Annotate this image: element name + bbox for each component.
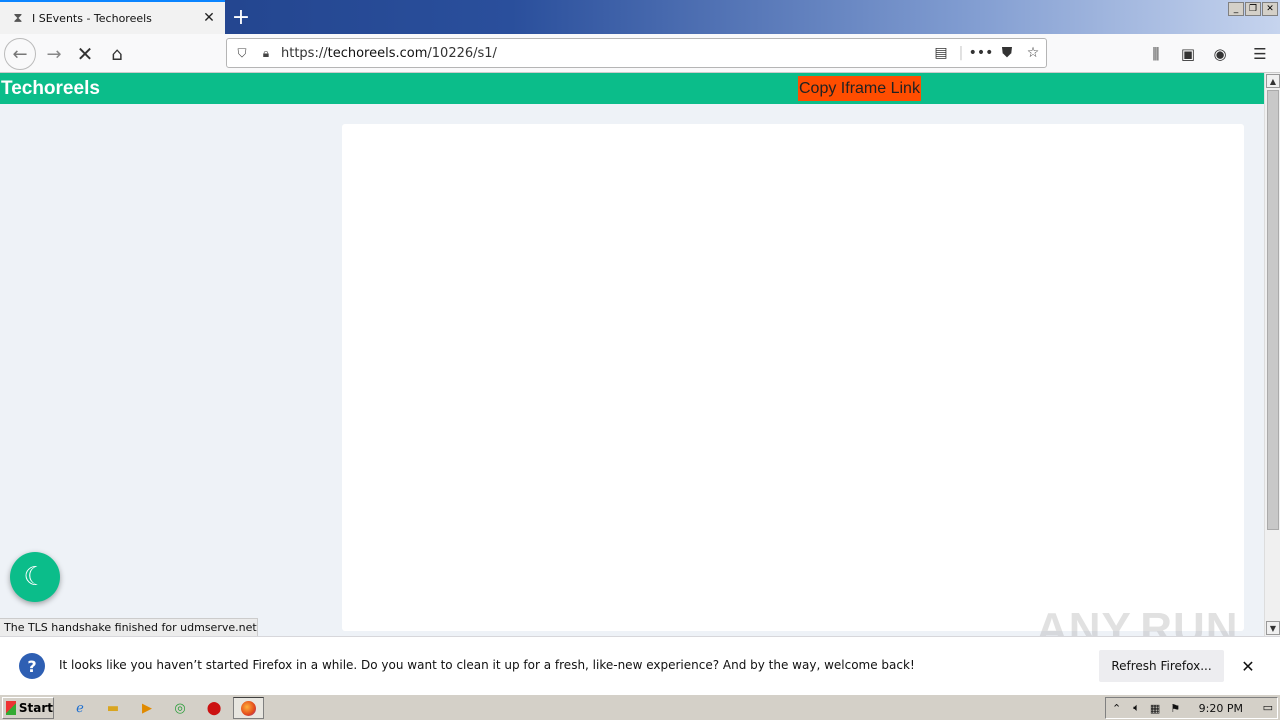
tab-title: I SEvents - Techoreels bbox=[32, 11, 152, 25]
start-label: Start bbox=[18, 701, 53, 715]
chrome-icon[interactable]: ◎ bbox=[170, 699, 190, 717]
firefox-icon bbox=[241, 700, 256, 716]
opera-icon[interactable]: ⬤ bbox=[204, 699, 224, 717]
moon-icon: ☾ bbox=[23, 562, 47, 592]
menu-hamburger-icon[interactable]: ☰ bbox=[1246, 40, 1274, 68]
nav-toolbar: ← → ✕ ⌂ ⛉ 🔒︎ https://techoreels.com/1022… bbox=[0, 34, 1280, 73]
forward-button[interactable]: → bbox=[38, 38, 70, 70]
sidebar-icon[interactable]: ▣ bbox=[1174, 40, 1202, 68]
status-bar-text: The TLS handshake finished for udmserve.… bbox=[0, 618, 258, 636]
video-iframe-panel[interactable] bbox=[342, 124, 1244, 631]
account-icon[interactable]: ◉ bbox=[1206, 40, 1234, 68]
loading-hourglass-icon: ⧗ bbox=[13, 10, 23, 26]
network-icon[interactable]: ▦ bbox=[1150, 702, 1160, 715]
url-separator: | bbox=[958, 45, 964, 61]
refresh-firefox-button[interactable]: Refresh Firefox... bbox=[1099, 650, 1224, 682]
action-center-flag-icon[interactable]: ⚑ bbox=[1170, 702, 1180, 715]
tray-expand-icon[interactable]: ⌃ bbox=[1112, 702, 1121, 715]
volume-icon[interactable]: 🔈︎ bbox=[1133, 701, 1140, 715]
question-icon: ? bbox=[19, 653, 45, 679]
copy-iframe-link-button[interactable]: Copy Iframe Link bbox=[798, 76, 921, 101]
close-window-button[interactable]: ✕ bbox=[1262, 2, 1278, 16]
url-scheme: https:// bbox=[281, 45, 328, 61]
library-icon[interactable]: ⫼ bbox=[1142, 40, 1170, 68]
page-viewport: Techoreels Copy Iframe Link ☾ The TLS ha… bbox=[0, 73, 1264, 636]
home-button[interactable]: ⌂ bbox=[101, 38, 133, 70]
tab-strip: ⧗ I SEvents - Techoreels ✕ + _ ❐ ✕ bbox=[0, 0, 1280, 34]
scroll-up-arrow-icon[interactable]: ▲ bbox=[1266, 74, 1280, 88]
media-player-icon[interactable]: ▶ bbox=[137, 699, 157, 717]
file-explorer-icon[interactable]: ▬ bbox=[103, 699, 123, 717]
window-controls: _ ❐ ✕ bbox=[1228, 2, 1278, 16]
shield-icon[interactable]: ⛉ bbox=[233, 44, 251, 62]
minimize-button[interactable]: _ bbox=[1228, 2, 1244, 16]
start-button[interactable]: Start bbox=[2, 697, 54, 719]
show-desktop-icon[interactable]: ▭ bbox=[1263, 701, 1273, 714]
clock[interactable]: 9:20 PM bbox=[1199, 702, 1243, 715]
pocket-icon[interactable]: ⛊ bbox=[994, 40, 1020, 66]
new-tab-button[interactable]: + bbox=[228, 4, 254, 30]
system-tray: ⌃ 🔈︎ ▦ ⚑ 9:20 PM ▭ bbox=[1105, 697, 1278, 719]
notification-message: It looks like you haven’t started Firefo… bbox=[59, 658, 915, 672]
refresh-firefox-notification: ? It looks like you haven’t started Fire… bbox=[0, 636, 1280, 694]
bookmark-star-icon[interactable]: ☆ bbox=[1020, 40, 1046, 66]
firefox-taskbar-button[interactable] bbox=[233, 697, 264, 719]
url-bar[interactable]: ⛉ 🔒︎ https://techoreels.com/10226/s1/ ▤ … bbox=[226, 38, 1047, 68]
url-host: techoreels.com bbox=[327, 45, 428, 61]
restore-button[interactable]: ❐ bbox=[1245, 2, 1261, 16]
windows-taskbar: Start ℯ ▬ ▶ ◎ ⬤ ⌃ 🔈︎ ▦ ⚑ 9:20 PM ▭ bbox=[0, 694, 1280, 720]
url-path: /10226/s1/ bbox=[427, 45, 497, 61]
stop-loading-button[interactable]: ✕ bbox=[69, 38, 101, 70]
scroll-thumb[interactable] bbox=[1267, 90, 1279, 530]
scroll-down-arrow-icon[interactable]: ▼ bbox=[1266, 621, 1280, 635]
back-button[interactable]: ← bbox=[4, 38, 36, 70]
vertical-scrollbar[interactable]: ▲ ▼ bbox=[1264, 73, 1280, 636]
internet-explorer-icon[interactable]: ℯ bbox=[70, 699, 90, 717]
site-header: Techoreels Copy Iframe Link bbox=[0, 73, 1264, 104]
dark-mode-toggle[interactable]: ☾ bbox=[10, 552, 60, 602]
site-brand[interactable]: Techoreels bbox=[1, 78, 100, 100]
page-actions-icon[interactable]: ••• bbox=[968, 40, 994, 66]
windows-logo-icon bbox=[6, 701, 16, 715]
notification-close-icon[interactable]: ✕ bbox=[1238, 656, 1258, 676]
url-text[interactable]: https://techoreels.com/10226/s1/ bbox=[281, 46, 928, 61]
reader-view-icon[interactable]: ▤ bbox=[928, 40, 954, 66]
tab-active[interactable]: ⧗ I SEvents - Techoreels ✕ bbox=[0, 0, 225, 34]
lock-icon[interactable]: 🔒︎ bbox=[257, 44, 275, 62]
tab-close-icon[interactable]: ✕ bbox=[199, 8, 219, 28]
